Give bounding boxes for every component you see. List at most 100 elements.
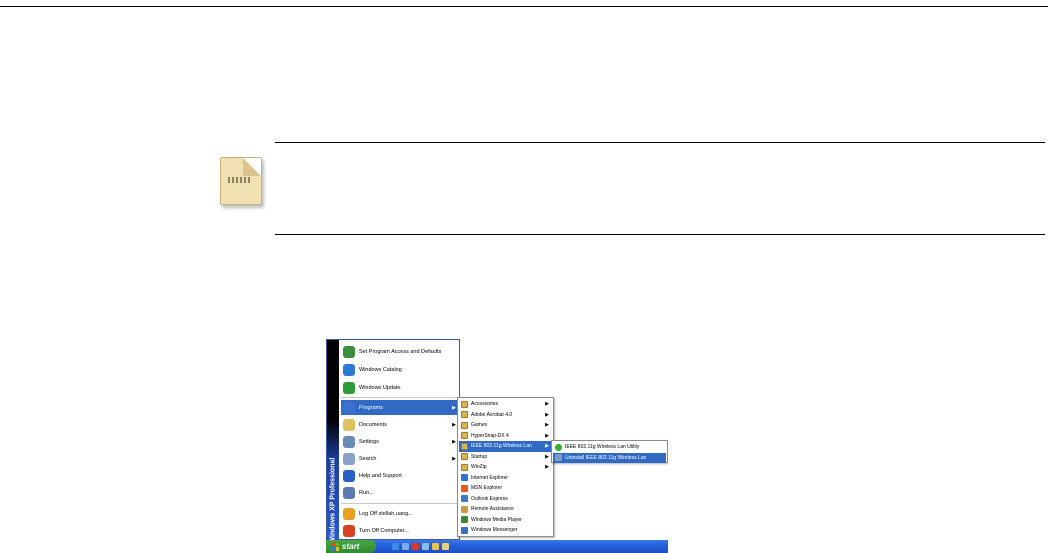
wireless-utility-item[interactable]: IEEE 802.11g Wireless Lan Utility — [553, 442, 666, 453]
submenu-arrow-icon: ▶ — [545, 411, 549, 418]
menu-item-label: Documents — [359, 421, 387, 428]
folder-icon — [461, 453, 468, 461]
programs-item[interactable]: WinZip ▶ — [459, 462, 552, 473]
programs-item-label: IEEE 802.11g Wireless Lan — [471, 443, 532, 450]
start-menu: Windows XP Professional Set Program Acce… — [326, 339, 460, 544]
start-item-search[interactable]: Search ▶ — [341, 451, 459, 466]
menu-item-label: Turn Off Computer... — [359, 527, 409, 534]
submenu-arrow-icon: ▶ — [545, 432, 549, 439]
folder-icon — [461, 432, 468, 440]
folder-icon — [461, 442, 468, 450]
submenu-arrow-icon: ▶ — [452, 438, 456, 445]
start-item-turn-off[interactable]: Turn Off Computer... — [341, 523, 459, 538]
programs-item[interactable]: Outlook Express — [459, 494, 552, 505]
note-top-rule — [275, 142, 1045, 143]
folder-quicklaunch-icon[interactable] — [442, 543, 449, 550]
menu-item-label: Programs — [359, 404, 383, 411]
programs-item[interactable]: Adobe Acrobat 4.0 ▶ — [459, 410, 552, 421]
note-icon — [220, 157, 262, 205]
programs-item[interactable]: Accessories ▶ — [459, 399, 552, 410]
menu-item-label: Windows Update — [359, 384, 401, 391]
programs-item[interactable]: MSN Explorer — [459, 483, 552, 494]
turn-off-icon — [343, 524, 355, 537]
start-item-documents[interactable]: Documents ▶ — [341, 417, 459, 432]
program-icon — [461, 484, 468, 492]
program-icon — [461, 495, 468, 503]
submenu-arrow-icon: ▶ — [452, 455, 456, 462]
start-item-windows-catalog[interactable]: Windows Catalog — [341, 362, 459, 377]
menu-item-label: Set Program Access and Defaults — [359, 348, 442, 355]
programs-item-label: Startup — [471, 453, 488, 460]
menu-separator — [341, 397, 459, 398]
menu-item-label: Help and Support — [359, 472, 402, 479]
wireless-submenu: IEEE 802.11g Wireless Lan Utility Uninsta… — [551, 440, 668, 463]
programs-item-label: Accessories — [471, 401, 498, 408]
note-bottom-rule — [275, 234, 1045, 235]
programs-item-label: Internet Explorer — [471, 474, 508, 481]
folder-icon — [461, 463, 468, 471]
programs-item-label: Windows Media Player — [471, 516, 522, 523]
start-item-settings[interactable]: Settings ▶ — [341, 434, 459, 449]
folder-icon — [461, 421, 468, 429]
media-quicklaunch-icon[interactable] — [422, 543, 429, 550]
start-item-run[interactable]: Run... — [341, 485, 459, 500]
ie-quicklaunch-icon[interactable] — [392, 543, 399, 550]
submenu-arrow-icon: ▶ — [452, 421, 456, 428]
submenu-arrow-icon: ▶ — [545, 443, 549, 450]
programs-item[interactable]: Windows Media Player — [459, 515, 552, 526]
programs-submenu: Accessories ▶ Adobe Acrobat 4.0 ▶ Games ▶ Hype… — [457, 397, 554, 537]
settings-icon — [343, 435, 355, 448]
brand-strip: Windows XP Professional — [327, 340, 339, 544]
programs-item[interactable]: IEEE 802.11g Wireless Lan ▶ — [459, 441, 552, 452]
programs-item[interactable]: Internet Explorer — [459, 473, 552, 484]
start-item-program-access[interactable]: Set Program Access and Defaults — [341, 344, 459, 359]
start-item-help[interactable]: Help and Support — [341, 468, 459, 483]
acrobat-quicklaunch-icon[interactable] — [412, 543, 419, 550]
program-icon — [461, 516, 468, 524]
programs-item-label: Games — [471, 422, 488, 429]
programs-item-label: HyperSnap-DX 4 — [471, 432, 509, 439]
menu-item-label: Settings — [359, 438, 379, 445]
start-item-programs[interactable]: Programs ▶ — [341, 400, 459, 415]
programs-item[interactable]: HyperSnap-DX 4 ▶ — [459, 431, 552, 442]
submenu-arrow-icon: ▶ — [545, 464, 549, 471]
program-icon — [461, 474, 468, 482]
program-access-icon — [343, 345, 355, 358]
uninstall-wireless-item[interactable]: Uninstall IEEE 802.11g Wireless Lan — [553, 452, 666, 463]
messenger-quicklaunch-icon[interactable] — [432, 543, 439, 550]
programs-item[interactable]: Remote Assistance — [459, 504, 552, 515]
help-icon — [343, 469, 355, 482]
submenu-arrow-icon: ▶ — [452, 404, 456, 411]
submenu-arrow-icon: ▶ — [545, 401, 549, 408]
windows-catalog-icon — [343, 363, 355, 376]
taskbar: start — [326, 540, 668, 553]
run-icon — [343, 486, 355, 499]
programs-item-label: Adobe Acrobat 4.0 — [471, 411, 513, 418]
programs-item[interactable]: Startup ▶ — [459, 452, 552, 463]
programs-item-label: WinZip — [471, 464, 487, 471]
wireless-item-label: IEEE 802.11g Wireless Lan Utility — [565, 444, 640, 451]
folder-icon — [461, 411, 468, 419]
desktop-quicklaunch-icon[interactable] — [402, 543, 409, 550]
programs-item[interactable]: Windows Messenger — [459, 525, 552, 536]
menu-item-label: Windows Catalog — [359, 366, 402, 373]
start-label: start — [342, 542, 360, 551]
log-off-icon — [343, 507, 355, 520]
program-icon — [461, 505, 468, 513]
submenu-arrow-icon: ▶ — [545, 453, 549, 460]
menu-item-label: Log Off stellah.uang... — [359, 510, 413, 517]
start-item-windows-update[interactable]: Windows Update — [341, 380, 459, 395]
documents-icon — [343, 418, 355, 431]
start-button[interactable]: start — [326, 540, 376, 553]
programs-item-label: Windows Messenger — [471, 527, 518, 534]
programs-item-label: Remote Assistance — [471, 506, 514, 513]
submenu-arrow-icon: ▶ — [545, 422, 549, 429]
windows-flag-icon — [331, 542, 339, 551]
folder-icon — [461, 400, 468, 408]
programs-item-label: Outlook Express — [471, 495, 508, 502]
menu-item-label: Search — [359, 455, 377, 462]
start-item-log-off[interactable]: Log Off stellah.uang... — [341, 506, 459, 521]
programs-icon — [343, 401, 355, 414]
programs-item[interactable]: Games ▶ — [459, 420, 552, 431]
uninstall-icon — [555, 454, 562, 462]
